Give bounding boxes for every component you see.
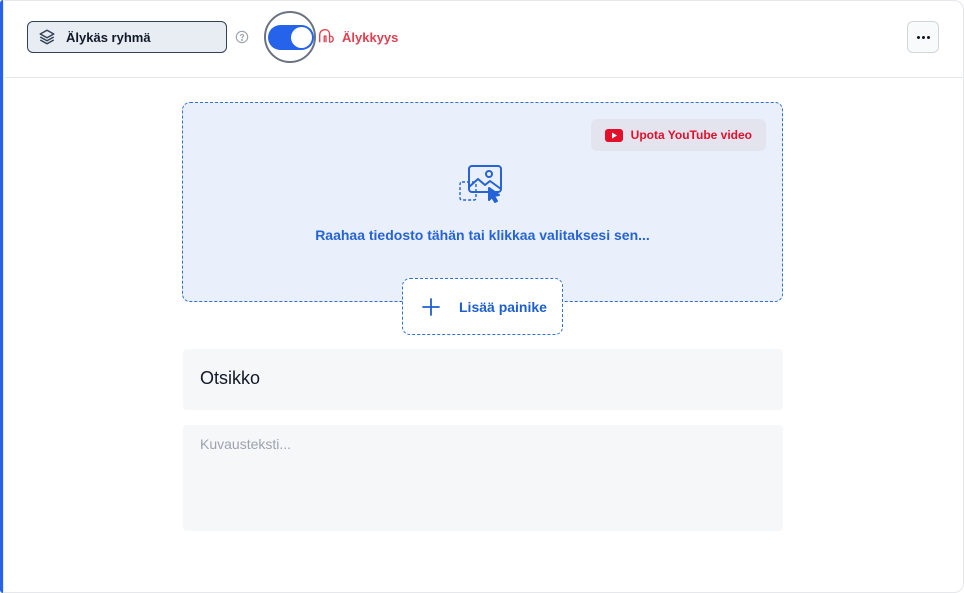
help-icon[interactable] bbox=[235, 30, 249, 44]
image-upload-icon bbox=[459, 165, 502, 203]
file-dropzone[interactable]: Upota YouTube video Raahaa tiedosto tähä… bbox=[182, 102, 783, 302]
description-input[interactable]: Kuvausteksti... bbox=[183, 425, 783, 531]
add-button-label: Lisää painike bbox=[459, 298, 547, 315]
toggle-focus-ring bbox=[264, 11, 316, 63]
smart-label: Älykkyys bbox=[342, 30, 399, 45]
title-input[interactable]: Otsikko bbox=[183, 349, 783, 410]
layers-icon bbox=[39, 29, 55, 45]
toggle-knob bbox=[291, 27, 312, 48]
smart-group-button[interactable]: Älykäs ryhmä bbox=[27, 21, 227, 53]
youtube-icon bbox=[604, 128, 623, 142]
add-button-button[interactable]: Lisää painike bbox=[402, 278, 563, 335]
youtube-embed-button[interactable]: Upota YouTube video bbox=[590, 119, 766, 151]
more-icon bbox=[916, 35, 920, 39]
youtube-embed-label: Upota YouTube video bbox=[630, 128, 752, 142]
smart-cloud-icon bbox=[319, 29, 334, 43]
smart-group-label: Älykäs ryhmä bbox=[66, 29, 151, 45]
more-button[interactable] bbox=[907, 21, 939, 53]
dropzone-instruction: Raahaa tiedosto tähän tai klikkaa valita… bbox=[315, 227, 650, 243]
toolbar-header: Älykäs ryhmä Älykkyys bbox=[5, 0, 964, 78]
plus-icon bbox=[422, 297, 440, 316]
smart-toggle[interactable] bbox=[268, 25, 314, 50]
